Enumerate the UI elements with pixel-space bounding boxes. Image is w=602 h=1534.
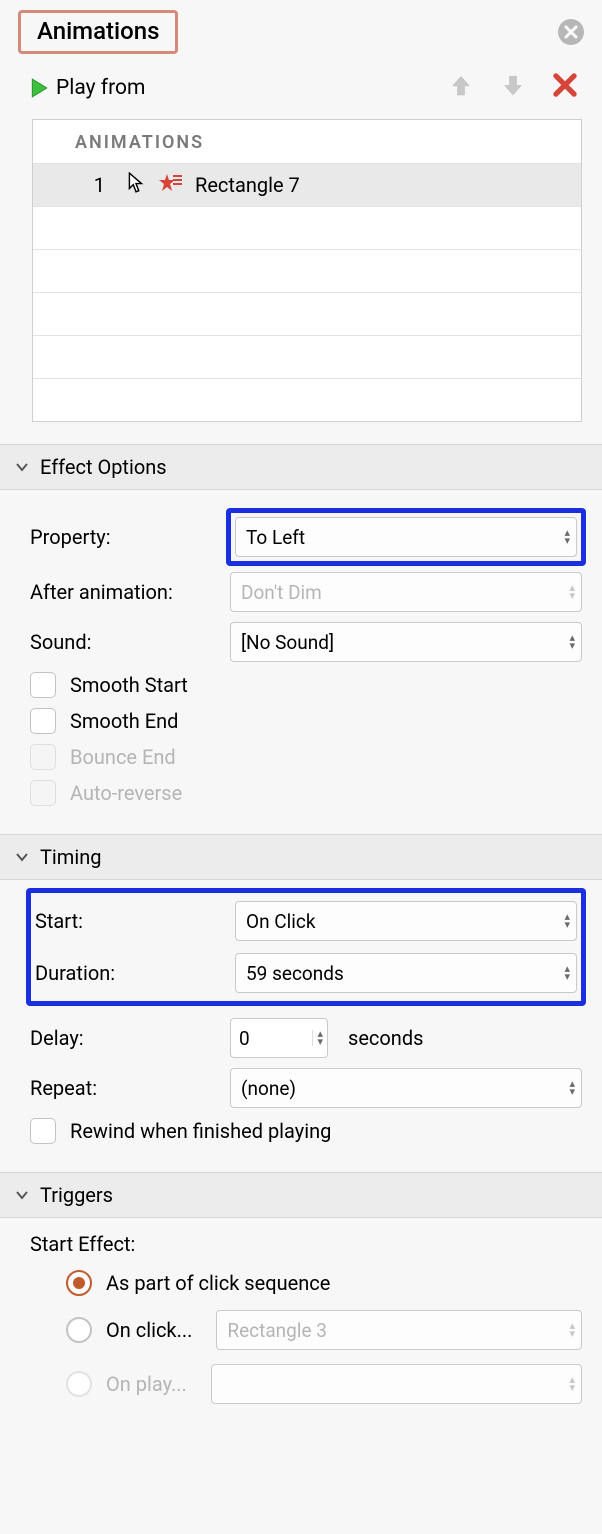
auto-reverse-checkbox: [30, 780, 56, 806]
click-sequence-radio[interactable]: [66, 1270, 92, 1296]
on-play-radio: [66, 1371, 92, 1397]
list-item[interactable]: 1 Rectangle 7: [33, 163, 581, 206]
after-animation-dropdown: Don't Dim ▴▾: [230, 572, 582, 612]
smooth-end-checkbox[interactable]: [30, 708, 56, 734]
duration-dropdown[interactable]: 59 seconds ▴▾: [235, 953, 577, 993]
delete-icon[interactable]: [552, 72, 578, 103]
timing-header[interactable]: Timing: [0, 834, 602, 880]
delay-unit: seconds: [348, 1026, 423, 1050]
item-label: Rectangle 7: [195, 173, 300, 197]
move-up-icon[interactable]: [448, 72, 474, 103]
smooth-end-label: Smooth End: [70, 709, 178, 733]
play-icon[interactable]: [28, 77, 50, 99]
effect-options-header[interactable]: Effect Options: [0, 444, 602, 490]
repeat-label: Repeat:: [30, 1076, 230, 1100]
triggers-header[interactable]: Triggers: [0, 1172, 602, 1218]
repeat-dropdown[interactable]: (none) ▴▾: [230, 1068, 582, 1108]
smooth-start-checkbox[interactable]: [30, 672, 56, 698]
sound-label: Sound:: [30, 630, 230, 654]
star-icon: [159, 173, 183, 198]
stepper-icon: ▴▾: [569, 1376, 575, 1392]
delay-field[interactable]: 0 ▴▾: [230, 1018, 328, 1058]
animations-tab[interactable]: Animations: [18, 10, 178, 54]
rewind-checkbox[interactable]: [30, 1118, 56, 1144]
section-title: Effect Options: [40, 455, 167, 479]
property-dropdown[interactable]: To Left ▴▾: [235, 517, 577, 557]
duration-label: Duration:: [35, 961, 235, 985]
chevron-down-icon: [14, 849, 30, 865]
stepper-icon: ▴▾: [569, 584, 575, 600]
item-index: 1: [47, 173, 127, 197]
start-effect-label: Start Effect:: [30, 1232, 582, 1256]
list-header: ANIMATIONS: [33, 120, 581, 163]
start-dropdown[interactable]: On Click ▴▾: [235, 901, 577, 941]
move-down-icon[interactable]: [500, 72, 526, 103]
stepper-icon: ▴▾: [569, 1322, 575, 1338]
auto-reverse-label: Auto-reverse: [70, 781, 182, 805]
delay-label: Delay:: [30, 1026, 230, 1050]
smooth-start-label: Smooth Start: [70, 673, 188, 697]
list-item[interactable]: [33, 206, 581, 249]
on-click-label: On click...: [106, 1318, 192, 1342]
stepper-icon[interactable]: ▴▾: [312, 1030, 323, 1046]
list-item[interactable]: [33, 378, 581, 421]
start-label: Start:: [35, 909, 235, 933]
close-icon[interactable]: [558, 19, 584, 45]
stepper-icon: ▴▾: [564, 965, 570, 981]
on-play-target-dropdown: ▴▾: [211, 1364, 582, 1404]
stepper-icon: ▴▾: [564, 913, 570, 929]
bounce-end-label: Bounce End: [70, 745, 176, 769]
list-item[interactable]: [33, 335, 581, 378]
after-animation-label: After animation:: [30, 580, 230, 604]
stepper-icon: ▴▾: [569, 634, 575, 650]
list-item[interactable]: [33, 249, 581, 292]
list-item[interactable]: [33, 292, 581, 335]
on-click-radio[interactable]: [66, 1317, 92, 1343]
chevron-down-icon: [14, 1187, 30, 1203]
stepper-icon: ▴▾: [564, 529, 570, 545]
on-play-label: On play...: [106, 1372, 187, 1396]
sound-dropdown[interactable]: [No Sound] ▴▾: [230, 622, 582, 662]
on-click-target-dropdown: Rectangle 3 ▴▾: [216, 1310, 582, 1350]
animations-list: ANIMATIONS 1 Rectangle 7: [32, 119, 582, 422]
section-title: Timing: [40, 845, 101, 869]
play-from-button[interactable]: Play from: [56, 76, 145, 100]
bounce-end-checkbox: [30, 744, 56, 770]
cursor-icon: [127, 172, 145, 199]
property-label: Property:: [30, 525, 230, 549]
click-sequence-label: As part of click sequence: [106, 1271, 330, 1295]
stepper-icon: ▴▾: [569, 1080, 575, 1096]
chevron-down-icon: [14, 459, 30, 475]
section-title: Triggers: [40, 1183, 113, 1207]
rewind-label: Rewind when finished playing: [70, 1119, 331, 1143]
